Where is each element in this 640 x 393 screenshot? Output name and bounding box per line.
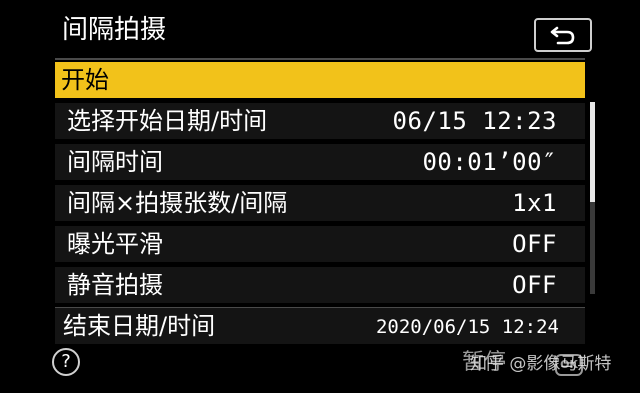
scrollbar[interactable] bbox=[590, 102, 595, 294]
menu-item-label: 曝光平滑 bbox=[67, 230, 163, 258]
end-datetime-value: 2020/06/15 12:24 bbox=[375, 316, 559, 338]
page-title: 间隔拍摄 bbox=[62, 15, 167, 45]
menu-item-value: OFF bbox=[512, 271, 557, 299]
watermark: 知乎 @影像马斯特 bbox=[470, 354, 612, 374]
scroll-thumb[interactable] bbox=[590, 102, 595, 202]
menu-item-start[interactable]: 开始 bbox=[55, 62, 585, 98]
header-divider bbox=[55, 58, 585, 60]
menu-item-intervals-shots[interactable]: 间隔×拍摄张数/间隔 1x1 bbox=[55, 185, 585, 221]
back-button[interactable] bbox=[534, 18, 592, 52]
end-datetime-label: 结束日期/时间 bbox=[63, 312, 216, 340]
menu-item-label: 静音拍摄 bbox=[67, 271, 163, 299]
menu-item-label: 选择开始日期/时间 bbox=[67, 107, 268, 135]
question-mark-icon[interactable]: ? bbox=[52, 348, 80, 376]
menu-item-value: 06/15 12:23 bbox=[392, 107, 557, 135]
interval-shooting-screen: 间隔拍摄 开始 选择开始日期/时间 06/15 12:23 间隔时间 00:01… bbox=[0, 0, 640, 393]
menu-item-value: OFF bbox=[512, 230, 557, 258]
return-arrow-icon bbox=[550, 26, 575, 45]
menu-item-start-datetime[interactable]: 选择开始日期/时间 06/15 12:23 bbox=[55, 103, 585, 139]
menu-item-interval[interactable]: 间隔时间 00:01’00″ bbox=[55, 144, 585, 180]
menu-item-label: 间隔×拍摄张数/间隔 bbox=[67, 189, 288, 217]
menu-item-exposure-smoothing[interactable]: 曝光平滑 OFF bbox=[55, 226, 585, 262]
menu-item-silent-shooting[interactable]: 静音拍摄 OFF bbox=[55, 267, 585, 303]
header: 间隔拍摄 bbox=[0, 0, 640, 60]
menu-item-value: 00:01’00″ bbox=[422, 148, 557, 176]
end-datetime-row: 结束日期/时间 2020/06/15 12:24 bbox=[55, 307, 585, 344]
menu-item-label: 开始 bbox=[61, 66, 109, 94]
menu-item-label: 间隔时间 bbox=[67, 148, 163, 176]
menu-item-value: 1x1 bbox=[512, 189, 557, 217]
